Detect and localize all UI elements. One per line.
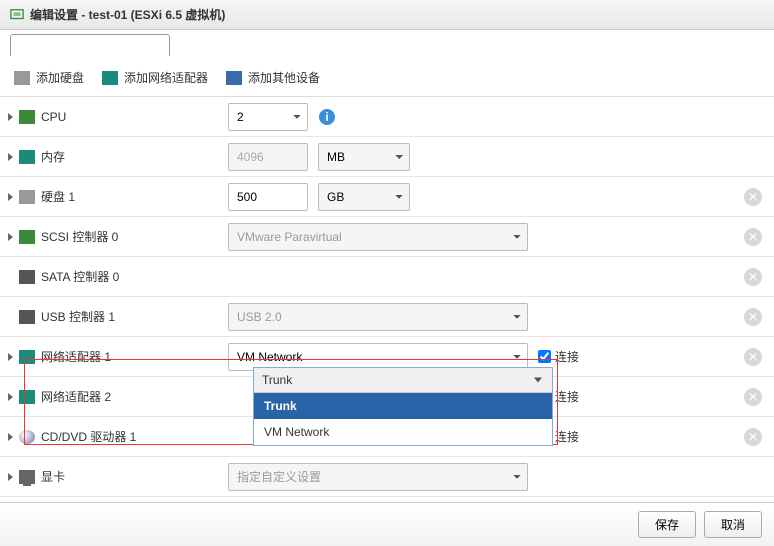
usb-label: USB 控制器 1	[41, 308, 115, 325]
nic1-connect-checkbox[interactable]: 连接	[538, 348, 579, 365]
nic-icon	[19, 390, 35, 404]
remove-nic1-button[interactable]: ✕	[744, 348, 762, 366]
expand-arrow[interactable]	[8, 233, 13, 241]
scsi-type-select[interactable]: VMware Paravirtual	[228, 223, 528, 251]
row-gpu: 显卡 指定自定义设置	[0, 457, 774, 497]
expand-arrow[interactable]	[8, 193, 13, 201]
expand-arrow[interactable]	[8, 153, 13, 161]
nic-icon	[19, 350, 35, 364]
remove-scsi-button[interactable]: ✕	[744, 228, 762, 246]
expand-arrow[interactable]	[8, 393, 13, 401]
remove-usb-button[interactable]: ✕	[744, 308, 762, 326]
scsi-icon	[19, 230, 35, 244]
scsi-label: SCSI 控制器 0	[41, 228, 118, 245]
disk-unit-select[interactable]: GB	[318, 183, 410, 211]
gpu-select[interactable]: 指定自定义设置	[228, 463, 528, 491]
nic-icon	[102, 71, 118, 85]
device-icon	[226, 71, 242, 85]
dropdown-selected[interactable]: Trunk	[254, 368, 552, 393]
cd-icon	[19, 430, 35, 444]
save-button[interactable]: 保存	[638, 511, 696, 538]
cancel-button[interactable]: 取消	[704, 511, 762, 538]
window-titlebar: 编辑设置 - test-01 (ESXi 6.5 虚拟机)	[0, 0, 774, 30]
cpu-count-select[interactable]: 2	[228, 103, 308, 131]
remove-nic2-button[interactable]: ✕	[744, 388, 762, 406]
disk-icon	[14, 71, 30, 85]
dropdown-option-trunk[interactable]: Trunk	[254, 393, 552, 419]
memory-input[interactable]	[228, 143, 308, 171]
cpu-icon	[19, 110, 35, 124]
svg-text:i: i	[325, 110, 328, 124]
expand-arrow[interactable]	[8, 473, 13, 481]
nic2-label: 网络适配器 2	[41, 388, 111, 405]
usb-type-select[interactable]: USB 2.0	[228, 303, 528, 331]
add-nic-button[interactable]: 添加网络适配器	[102, 69, 208, 86]
disk-icon	[19, 190, 35, 204]
add-disk-button[interactable]: 添加硬盘	[14, 69, 84, 86]
cd-label: CD/DVD 驱动器 1	[41, 428, 136, 445]
window-title: 编辑设置 - test-01 (ESXi 6.5 虚拟机)	[30, 6, 225, 23]
remove-cd-button[interactable]: ✕	[744, 428, 762, 446]
add-disk-label: 添加硬盘	[36, 69, 84, 86]
remove-disk-button[interactable]: ✕	[744, 188, 762, 206]
add-other-button[interactable]: 添加其他设备	[226, 69, 320, 86]
disk-size-input[interactable]	[228, 183, 308, 211]
memory-icon	[19, 150, 35, 164]
memory-unit-select[interactable]: MB	[318, 143, 410, 171]
info-icon[interactable]: i	[318, 108, 336, 126]
row-scsi: SCSI 控制器 0 VMware Paravirtual ✕	[0, 217, 774, 257]
nic2-network-dropdown[interactable]: Trunk Trunk VM Network	[253, 367, 553, 446]
row-memory: 内存 MB	[0, 137, 774, 177]
tab-bar	[0, 30, 774, 59]
hardware-toolbar: 添加硬盘 添加网络适配器 添加其他设备	[0, 59, 774, 96]
add-nic-label: 添加网络适配器	[124, 69, 208, 86]
nic1-label: 网络适配器 1	[41, 348, 111, 365]
remove-sata-button[interactable]: ✕	[744, 268, 762, 286]
row-disk: 硬盘 1 GB ✕	[0, 177, 774, 217]
expand-arrow[interactable]	[8, 433, 13, 441]
row-cpu: CPU 2 i	[0, 97, 774, 137]
row-sata: SATA 控制器 0 ✕	[0, 257, 774, 297]
sata-label: SATA 控制器 0	[41, 268, 119, 285]
usb-icon	[19, 310, 35, 324]
add-other-label: 添加其他设备	[248, 69, 320, 86]
expand-arrow[interactable]	[8, 353, 13, 361]
memory-label: 内存	[41, 148, 65, 165]
dropdown-option-vmnetwork[interactable]: VM Network	[254, 419, 552, 445]
vm-icon	[10, 8, 24, 22]
disk-label: 硬盘 1	[41, 188, 75, 205]
dialog-footer: 保存 取消	[0, 502, 774, 546]
display-icon	[19, 470, 35, 484]
cpu-label: CPU	[41, 110, 66, 124]
expand-arrow[interactable]	[8, 113, 13, 121]
gpu-label: 显卡	[41, 468, 65, 485]
sata-icon	[19, 270, 35, 284]
tab-stub[interactable]	[10, 34, 170, 56]
row-usb: USB 控制器 1 USB 2.0 ✕	[0, 297, 774, 337]
